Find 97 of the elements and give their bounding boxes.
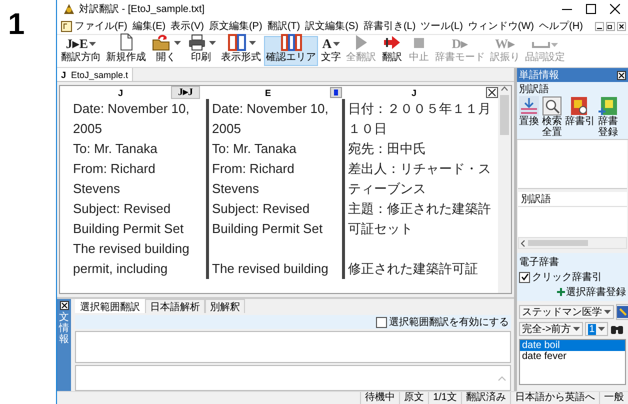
close-icon[interactable]	[60, 301, 68, 310]
result-item[interactable]: date fever	[520, 351, 625, 362]
close-icon[interactable]	[617, 22, 626, 30]
count-dropdown[interactable]: 1	[585, 322, 608, 336]
step-number: 1	[8, 8, 25, 41]
maximize-icon[interactable]	[586, 4, 596, 14]
segment-text: 修正された建築許可証	[348, 260, 478, 278]
tool-button[interactable]: 検索全置	[542, 96, 562, 138]
magnifier-icon	[542, 96, 562, 116]
toolbar-button[interactable]: 翻訳	[379, 36, 405, 66]
status-text: 日本語から英語へ	[510, 392, 599, 404]
bracket-icon	[532, 42, 550, 48]
section-label: 別訳語	[519, 82, 549, 96]
toolbar-glyph: J▸E	[66, 36, 88, 52]
replace-icon	[519, 96, 539, 116]
scroll-left-icon[interactable]	[521, 240, 525, 246]
status-text: 待機中	[360, 392, 400, 404]
panel-title: 単語情報	[519, 68, 559, 82]
toolbar-glyph: D▸	[452, 36, 468, 52]
status-text: 一般	[599, 392, 628, 404]
segment-text: From: Richard Stevens	[212, 160, 296, 198]
dictionary-app-button[interactable]	[616, 304, 628, 320]
result-item[interactable]: date boil	[520, 340, 625, 351]
caret-icon	[573, 327, 580, 331]
segment-text: The revised building	[212, 260, 328, 278]
segment-text: To: Mr. Tanaka	[73, 140, 158, 158]
menu-item[interactable]: ウィンドウ(W)	[465, 19, 537, 33]
register-link[interactable]: 選択辞書登録	[557, 285, 626, 299]
dictionary-dropdown[interactable]: ステッドマン医学	[519, 305, 614, 319]
color-button-icon[interactable]	[330, 87, 342, 98]
tool-button[interactable]: 辞書引	[565, 96, 595, 138]
section-label: 電子辞書	[519, 256, 560, 269]
menu-item[interactable]: 原文編集(P)	[206, 19, 265, 33]
horizontal-scrollbar[interactable]	[518, 237, 627, 249]
checkbox-label: 選択範囲翻訳を有効にする	[389, 316, 509, 329]
toolbar-button[interactable]: J▸E 翻訳方向	[59, 36, 103, 66]
checkbox-label: クリック辞書引	[532, 270, 602, 284]
segment-text: 差出人：リチャード・スティーブンス	[348, 160, 492, 198]
tab[interactable]: 別解釈	[205, 299, 245, 313]
window-title: 対訳翻訳 - [EtoJ_sample.txt]	[79, 2, 206, 16]
match-dropdown[interactable]: 完全->前方	[519, 322, 584, 336]
binoculars-icon[interactable]	[610, 323, 624, 335]
swap-button[interactable]: J▸J	[171, 86, 200, 99]
close-icon[interactable]	[610, 4, 620, 14]
status-text: 1/1文	[428, 392, 461, 404]
column-language: J	[116, 88, 124, 98]
close-icon[interactable]	[617, 70, 626, 80]
segment-text: 宛先：田中氏	[348, 140, 426, 158]
minimize-icon[interactable]	[595, 22, 604, 30]
checkbox[interactable]	[376, 316, 387, 328]
menu-item[interactable]: 訳文編集(S)	[302, 19, 361, 33]
status-text: 原文	[399, 392, 428, 404]
toolbar-button[interactable]: 表示形式	[219, 36, 263, 66]
segment-text: 主題：修正された建築許可証セット	[348, 200, 492, 238]
list-header: 別訳語	[521, 192, 551, 206]
status-text: 翻訳済み	[461, 392, 510, 404]
toolbar-glyph: A	[322, 36, 332, 52]
segment-text: The revised building permit, including	[73, 240, 190, 278]
toolbar-button[interactable]: 確認エリア	[264, 36, 318, 66]
menu-item[interactable]: 表示(V)	[168, 19, 206, 33]
segment-text: Date: November 10, 2005	[212, 100, 330, 138]
segment-text: Subject: Revised Building Permit Set	[73, 200, 185, 238]
caret-icon	[598, 327, 605, 331]
tool-button[interactable]: 置換	[519, 96, 539, 138]
menu-item[interactable]: 翻訳(T)	[264, 19, 303, 33]
document-tab[interactable]: J EtoJ_sample.t	[57, 68, 134, 81]
menu-item[interactable]: ファイル(F)	[72, 19, 130, 33]
toolbar-button[interactable]: A 文字	[319, 36, 343, 66]
segment-text: Date: November 10, 2005	[73, 100, 190, 138]
toolbar-button[interactable]: 開く	[149, 36, 183, 66]
menu-item[interactable]: 辞書引き(L)	[360, 19, 418, 33]
toolbar-glyph: W▸	[495, 36, 515, 52]
scroll-thumb[interactable]	[500, 95, 509, 135]
scrollbar[interactable]	[498, 86, 511, 293]
column-language: J	[410, 88, 418, 98]
menu-item[interactable]: 編集(E)	[130, 19, 168, 33]
segment-text: From: Richard Stevens	[73, 160, 156, 198]
toolbar-button[interactable]: 新規作成	[104, 36, 148, 66]
menu-item[interactable]: ヘルプ(H)	[536, 19, 586, 33]
panel-title: 文情報	[59, 312, 69, 345]
segment-text: To: Mr. Tanaka	[212, 140, 296, 158]
tool-button[interactable]: 辞書登録	[598, 96, 618, 138]
toolbar-button[interactable]: 印刷	[184, 36, 218, 66]
menu-item[interactable]: ツール(L)	[418, 19, 466, 33]
restore-icon[interactable]	[606, 22, 615, 30]
scroll-up-icon[interactable]	[501, 86, 508, 91]
column-language: E	[264, 88, 272, 98]
app-icon	[63, 3, 75, 15]
plus-icon	[557, 288, 565, 296]
caret-icon	[604, 310, 611, 314]
segment-text: 日付：２００５年１１月１０日	[348, 100, 492, 138]
tab[interactable]: 日本語解析	[145, 299, 205, 313]
segment-text: Subject: Revised Building Permit Set	[212, 200, 324, 238]
close-icon[interactable]	[486, 87, 498, 98]
checkbox[interactable]	[519, 272, 530, 282]
tab[interactable]: 選択範囲翻訳	[75, 299, 145, 313]
document-menu-icon[interactable]	[61, 20, 72, 32]
